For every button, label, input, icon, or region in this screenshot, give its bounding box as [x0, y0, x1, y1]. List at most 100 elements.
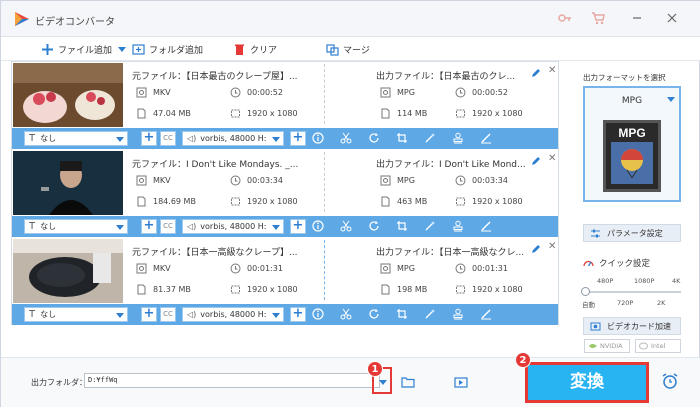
- add-subtitle-button[interactable]: +: [141, 219, 157, 234]
- add-subtitle-button[interactable]: +: [141, 307, 157, 322]
- info-icon[interactable]: [312, 220, 324, 232]
- chevron-down-icon: [272, 137, 280, 142]
- minimize-icon[interactable]: [629, 10, 645, 26]
- info-icon[interactable]: [312, 132, 324, 144]
- rotate-icon[interactable]: [368, 220, 380, 232]
- crop-icon[interactable]: [396, 220, 408, 232]
- watermark-stamp-icon[interactable]: [452, 220, 464, 232]
- output-duration-value: 00:01:31: [472, 264, 508, 273]
- subtitle-select[interactable]: T なし: [24, 131, 128, 146]
- quality-slider-handle[interactable]: [581, 287, 590, 296]
- add-file-label: ファイル追加: [58, 45, 113, 56]
- output-format-selector[interactable]: MPG MPG: [583, 86, 681, 202]
- clock-icon: [230, 175, 241, 186]
- annotation-badge-1: 1: [367, 361, 383, 377]
- resolution-icon: [231, 109, 240, 118]
- video-thumbnail[interactable]: [13, 63, 123, 127]
- add-subtitle-button[interactable]: +: [141, 131, 157, 146]
- output-resolution: 1920 x 1080: [455, 196, 523, 207]
- video-thumbnail[interactable]: [13, 151, 123, 215]
- resolution-icon: [456, 285, 465, 294]
- watermark-stamp-icon[interactable]: [452, 308, 464, 320]
- audio-track-value: vorbis, 48000 H:: [200, 134, 267, 143]
- add-audio-button[interactable]: +: [290, 307, 306, 322]
- merge-button[interactable]: マージ: [326, 42, 370, 56]
- open-folder-icon[interactable]: [401, 376, 415, 388]
- quality-slider-track[interactable]: [585, 291, 681, 293]
- nvidia-logo-icon: [589, 344, 597, 348]
- gpu-acceleration-button[interactable]: ビデオカード加速: [583, 317, 681, 335]
- scissors-icon[interactable]: [340, 308, 352, 320]
- subtitle-edit-icon[interactable]: [480, 308, 492, 320]
- speaker-icon: ◁): [187, 134, 197, 143]
- rotate-icon[interactable]: [368, 132, 380, 144]
- effects-wand-icon[interactable]: [424, 308, 436, 320]
- output-path-field[interactable]: D:¥ffWq: [84, 373, 380, 388]
- parameter-settings-label: パラメータ設定: [607, 228, 663, 238]
- plus-icon: [42, 43, 53, 55]
- scissors-icon[interactable]: [340, 220, 352, 232]
- subtitle-edit-icon[interactable]: [480, 220, 492, 232]
- add-folder-button[interactable]: フォルダ追加: [132, 42, 203, 56]
- video-thumbnail[interactable]: [13, 239, 123, 303]
- cc-icon[interactable]: CC: [160, 219, 176, 234]
- remove-item-button[interactable]: ✕: [548, 241, 556, 252]
- source-resolution: 1920 x 1080: [230, 284, 298, 295]
- clock-icon: [230, 87, 241, 98]
- info-icon[interactable]: [312, 308, 324, 320]
- source-resolution: 1920 x 1080: [230, 196, 298, 207]
- chevron-down-icon: [272, 313, 280, 318]
- output-folder-icon[interactable]: [454, 376, 468, 388]
- edit-icon[interactable]: [530, 156, 541, 167]
- audio-track-select[interactable]: ◁) vorbis, 48000 H:: [182, 307, 284, 322]
- nvidia-badge: NVIDIA: [584, 339, 630, 353]
- alarm-clock-icon[interactable]: [661, 372, 679, 390]
- output-duration-value: 00:00:52: [472, 88, 508, 97]
- audio-track-select[interactable]: ◁) vorbis, 48000 H:: [182, 131, 284, 146]
- add-audio-button[interactable]: +: [290, 131, 306, 146]
- subtitle-select[interactable]: T なし: [24, 219, 128, 234]
- thumbnail-image: [13, 151, 123, 215]
- cc-icon[interactable]: CC: [160, 131, 176, 146]
- crop-icon[interactable]: [396, 132, 408, 144]
- add-audio-button[interactable]: +: [290, 219, 306, 234]
- rotate-icon[interactable]: [368, 308, 380, 320]
- scissors-icon[interactable]: [340, 132, 352, 144]
- chevron-down-icon: [272, 225, 280, 230]
- output-format: MPG: [380, 175, 415, 186]
- annotation-badge-2: 2: [515, 352, 531, 368]
- cc-icon[interactable]: CC: [160, 307, 176, 322]
- close-icon[interactable]: [664, 10, 680, 26]
- parameter-settings-button[interactable]: パラメータ設定: [583, 224, 681, 242]
- thumbnail-image: [13, 239, 123, 303]
- output-duration-value: 00:03:34: [472, 176, 508, 185]
- source-size-value: 184.69 MB: [153, 197, 196, 206]
- audio-track-select[interactable]: ◁) vorbis, 48000 H:: [182, 219, 284, 234]
- effects-wand-icon[interactable]: [424, 132, 436, 144]
- mpg-icon-text: MPG: [618, 126, 645, 140]
- chevron-down-icon: [116, 225, 124, 230]
- add-file-button[interactable]: ファイル追加: [41, 42, 112, 56]
- watermark-stamp-icon[interactable]: [452, 132, 464, 144]
- output-settings-panel: 出力フォーマットを選択 MPG MPG パラメータ設定 クイック設定 480P …: [572, 61, 691, 357]
- output-format: MPG: [380, 263, 415, 274]
- crop-icon[interactable]: [396, 308, 408, 320]
- clock-icon: [455, 263, 466, 274]
- audio-track-value: vorbis, 48000 H:: [200, 222, 267, 231]
- remove-item-button[interactable]: ✕: [548, 65, 556, 76]
- merge-icon: [326, 43, 339, 56]
- subtitle-select[interactable]: T なし: [24, 307, 128, 322]
- clear-button[interactable]: クリア: [233, 42, 277, 56]
- edit-icon[interactable]: [530, 244, 541, 255]
- remove-item-button[interactable]: ✕: [548, 153, 556, 164]
- main-toolbar: ファイル追加 フォルダ追加 クリア マージ: [1, 37, 700, 61]
- film-icon: [136, 87, 147, 98]
- subtitle-edit-icon[interactable]: [480, 132, 492, 144]
- edit-icon[interactable]: [530, 68, 541, 79]
- effects-wand-icon[interactable]: [424, 220, 436, 232]
- cart-icon[interactable]: [590, 10, 606, 26]
- source-resolution-value: 1920 x 1080: [247, 197, 298, 206]
- convert-button[interactable]: 変換: [525, 362, 649, 403]
- add-file-dropdown-icon[interactable]: [118, 47, 126, 53]
- key-icon[interactable]: [557, 10, 573, 26]
